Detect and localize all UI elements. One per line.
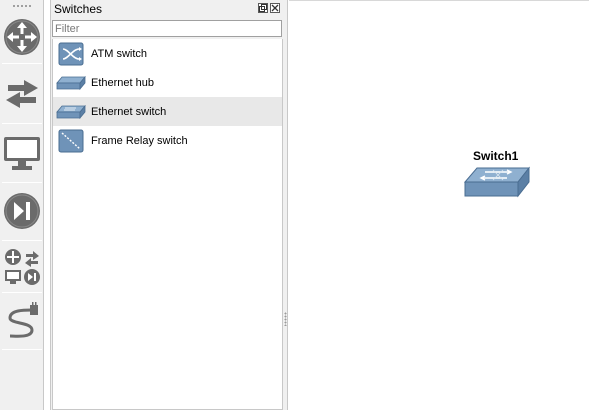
routers-button[interactable]: [0, 12, 44, 62]
atm-switch-icon: [58, 42, 84, 65]
security-devices-category-icon: [4, 193, 40, 229]
float-dock-button[interactable]: [258, 3, 268, 13]
list-item-label: ATM switch: [91, 47, 148, 60]
end-devices-category-icon: [4, 137, 40, 170]
devices-dock-panel: Switches ATM switch: [50, 0, 283, 410]
list-item-atm-switch[interactable]: ATM switch: [53, 39, 282, 68]
routers-category-icon: [4, 19, 40, 55]
list-item-label: Ethernet hub: [91, 76, 154, 89]
security-devices-button[interactable]: [0, 185, 44, 237]
list-item-label: Ethernet switch: [91, 105, 167, 118]
list-item-ethernet-switch[interactable]: Ethernet switch: [53, 97, 282, 126]
list-item-frame-relay-switch[interactable]: Frame Relay switch: [53, 126, 282, 155]
frame-relay-switch-icon: [58, 129, 84, 152]
all-devices-button[interactable]: [0, 243, 44, 289]
topology-canvas[interactable]: Switch1: [289, 0, 589, 410]
close-dock-button[interactable]: [270, 3, 280, 13]
ethernet-switch-icon: [56, 104, 86, 119]
ethernet-hub-icon: [56, 75, 86, 90]
ethernet-switch-icon: [463, 166, 531, 198]
switches-category-icon: [6, 80, 38, 108]
add-link-button[interactable]: [0, 297, 44, 347]
all-devices-category-icon: [5, 249, 40, 285]
panel-splitter[interactable]: [283, 0, 288, 410]
close-icon: [271, 4, 279, 12]
float-icon: [259, 4, 267, 12]
filter-input[interactable]: [52, 20, 282, 37]
end-devices-button[interactable]: [0, 127, 44, 179]
list-item-label: Frame Relay switch: [91, 134, 188, 147]
device-list: ATM switch Ethernet hub Ethernet switch …: [52, 39, 283, 410]
device-toolbar: [0, 0, 44, 410]
toolbar-grip[interactable]: [12, 4, 32, 8]
dock-title: Switches: [54, 2, 103, 16]
add-link-icon: [8, 302, 38, 338]
list-item-ethernet-hub[interactable]: Ethernet hub: [53, 68, 282, 97]
switches-button[interactable]: [0, 68, 44, 120]
node-label: Switch1: [473, 149, 519, 163]
